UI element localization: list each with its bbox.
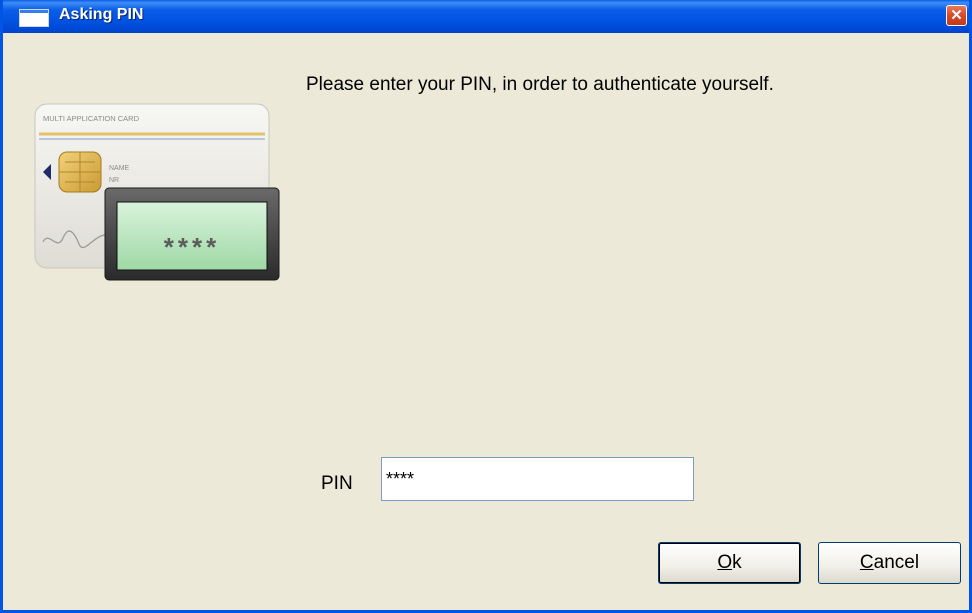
pin-input[interactable] [381,457,694,501]
instruction-message: Please enter your PIN, in order to authe… [306,74,774,95]
ok-button[interactable]: Ok [658,542,801,584]
cancel-button[interactable]: Cancel [818,542,961,584]
close-icon: ✕ [950,7,963,24]
smart-card-illustration: MULTI APPLICATION CARD NAME NR **** [34,103,280,281]
asking-pin-dialog: Asking PIN ✕ Please enter your PIN, in o… [0,0,972,613]
close-button[interactable]: ✕ [946,5,967,26]
card-name-text: NAME [109,165,130,172]
pin-label: PIN [321,473,353,494]
ok-mnemonic: O [717,552,733,573]
cancel-mnemonic: C [859,552,874,573]
card-nr-text: NR [109,177,119,184]
card-header-text: MULTI APPLICATION CARD [43,114,140,123]
window-title: Asking PIN [59,6,144,23]
ok-label-rest: k [732,552,742,573]
title-bar[interactable]: Asking PIN ✕ [3,0,969,33]
reader-screen-text: **** [164,232,220,262]
cancel-label-rest: ancel [873,552,920,573]
pin-reader-icon: **** [104,187,280,281]
window-icon [19,9,49,27]
